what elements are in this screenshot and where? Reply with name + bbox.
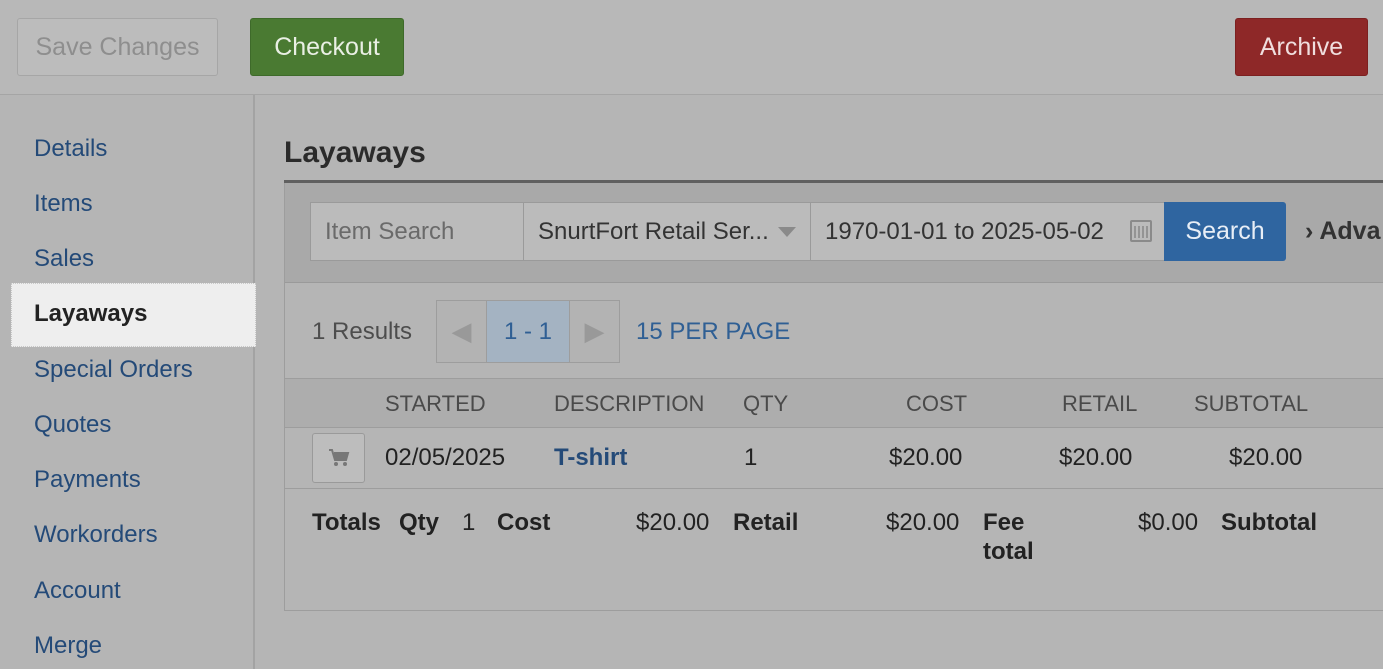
chevron-right-icon: ›: [1305, 217, 1314, 245]
sidebar-item-label: Layaways: [34, 300, 148, 327]
advanced-search-label: Adva: [1319, 217, 1381, 245]
qty-cell: 1: [744, 444, 758, 471]
totals-retail-value: $20.00: [886, 509, 960, 536]
date-range-input[interactable]: 1970-01-01 to 2025-05-02: [810, 202, 1165, 261]
checkout-button[interactable]: Checkout: [250, 18, 404, 76]
totals-cost-label: Cost: [497, 509, 551, 536]
search-bar: Item Search SnurtFort Retail Ser... 1970…: [285, 183, 1383, 283]
totals-label: Totals: [312, 509, 381, 536]
column-header-description[interactable]: DESCRIPTION: [554, 391, 704, 417]
shop-select-value: SnurtFort Retail Ser...: [538, 217, 769, 245]
cost-cell: $20.00: [889, 444, 963, 471]
totals-cost-value: $20.00: [636, 509, 710, 536]
chevron-left-icon: ◀: [451, 316, 472, 346]
totals-subtotal-label: Subtotal: [1221, 509, 1317, 536]
description-link[interactable]: T-shirt: [554, 444, 627, 472]
column-header-started[interactable]: STARTED: [385, 391, 486, 417]
advanced-search-toggle[interactable]: › Adva: [1305, 217, 1381, 246]
sidebar-item-merge[interactable]: Merge: [34, 632, 102, 660]
archive-button[interactable]: Archive: [1235, 18, 1368, 76]
subtotal-cell: $20.00: [1229, 444, 1303, 471]
column-header-cost[interactable]: COST: [906, 391, 967, 417]
previous-page-button[interactable]: ◀: [437, 301, 487, 362]
sidebar-item-sales[interactable]: Sales: [34, 245, 94, 273]
save-changes-button[interactable]: Save Changes: [17, 18, 218, 76]
sidebar-item-items[interactable]: Items: [34, 190, 93, 218]
sidebar-item-layaways[interactable]: Layaways: [11, 283, 256, 347]
sidebar-item-details[interactable]: Details: [34, 135, 107, 163]
shop-select[interactable]: SnurtFort Retail Ser...: [523, 202, 811, 261]
sidebar-item-payments[interactable]: Payments: [34, 466, 141, 494]
totals-qty-value: 1: [462, 509, 476, 536]
sidebar: Details Items Sales Layaways Special Ord…: [0, 95, 256, 669]
sidebar-item-account[interactable]: Account: [34, 577, 121, 605]
sidebar-item-workorders[interactable]: Workorders: [34, 521, 158, 549]
column-header-qty[interactable]: QTY: [743, 391, 788, 417]
totals-qty-label: Qty: [399, 509, 440, 536]
chevron-right-icon: ▶: [584, 316, 605, 346]
page-title: Layaways: [284, 136, 426, 169]
totals-retail-label: Retail: [733, 509, 799, 536]
layaways-panel: Item Search SnurtFort Retail Ser... 1970…: [284, 183, 1383, 611]
per-page-selector[interactable]: 15 PER PAGE: [636, 318, 790, 346]
item-search-input[interactable]: Item Search: [310, 202, 524, 261]
sidebar-item-quotes[interactable]: Quotes: [34, 411, 111, 439]
calendar-icon[interactable]: [1130, 220, 1152, 242]
sidebar-item-special-orders[interactable]: Special Orders: [34, 356, 193, 384]
column-header-retail[interactable]: RETAIL: [1062, 391, 1137, 417]
retail-cell: $20.00: [1059, 444, 1133, 471]
chevron-down-icon: [778, 227, 796, 237]
started-cell: 02/05/2025: [385, 444, 506, 471]
pagination: ◀ 1 - 1 ▶: [436, 300, 620, 363]
fee-total-label-line1: Fee: [983, 509, 1025, 536]
next-page-button[interactable]: ▶: [569, 301, 619, 362]
column-header-subtotal[interactable]: SUBTOTAL: [1194, 391, 1308, 417]
results-count: 1 Results: [312, 318, 413, 345]
cart-icon: [328, 449, 349, 466]
table-row: 02/05/2025 T-shirt 1 $20.00 $20.00 $20.0…: [285, 428, 1383, 489]
date-range-value: 1970-01-01 to 2025-05-02: [825, 217, 1104, 245]
table-header: STARTED DESCRIPTION QTY COST RETAIL SUBT…: [285, 378, 1383, 428]
current-page: 1 - 1: [487, 301, 569, 362]
fee-total-label-line2: total: [983, 538, 1034, 565]
top-toolbar: Save Changes Checkout Archive: [0, 0, 1383, 95]
cart-button[interactable]: [312, 433, 365, 483]
totals-fee-value: $0.00: [1138, 509, 1199, 536]
search-button[interactable]: Search: [1164, 202, 1286, 261]
